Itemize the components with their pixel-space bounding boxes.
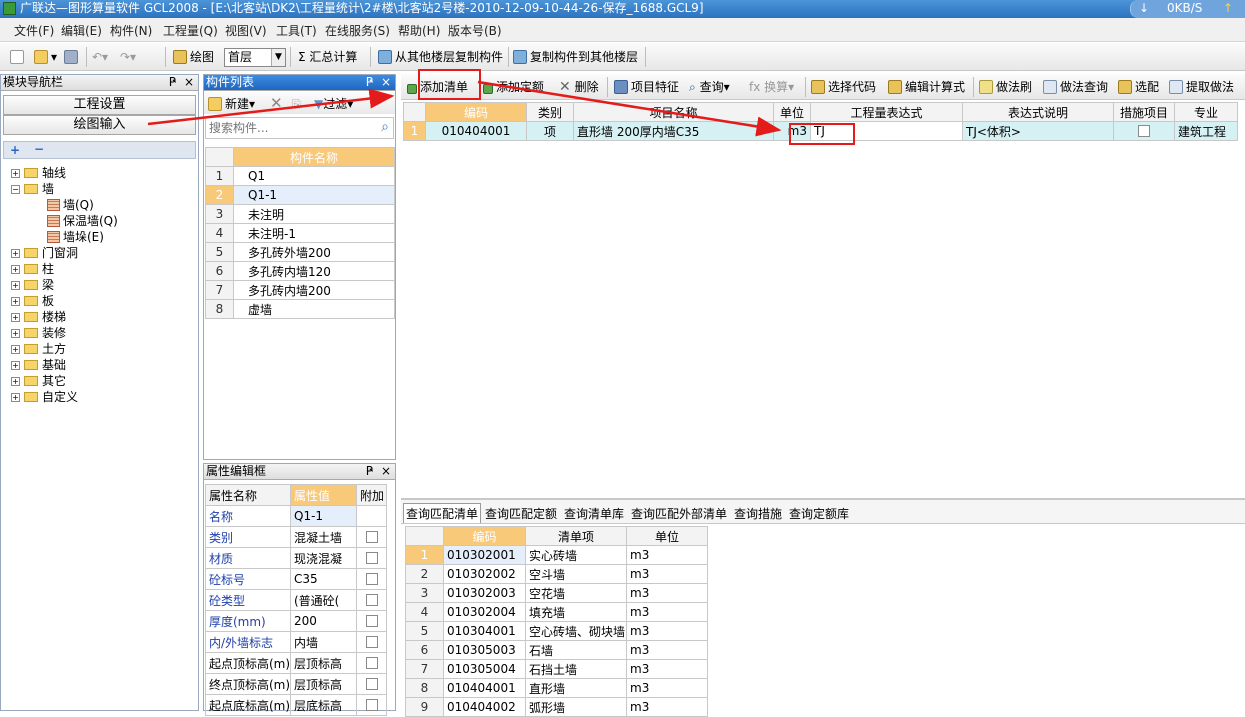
annotation-arrows (147, 80, 782, 137)
arrow-to-add-list (147, 88, 395, 126)
arrow-to-expression (477, 80, 782, 137)
